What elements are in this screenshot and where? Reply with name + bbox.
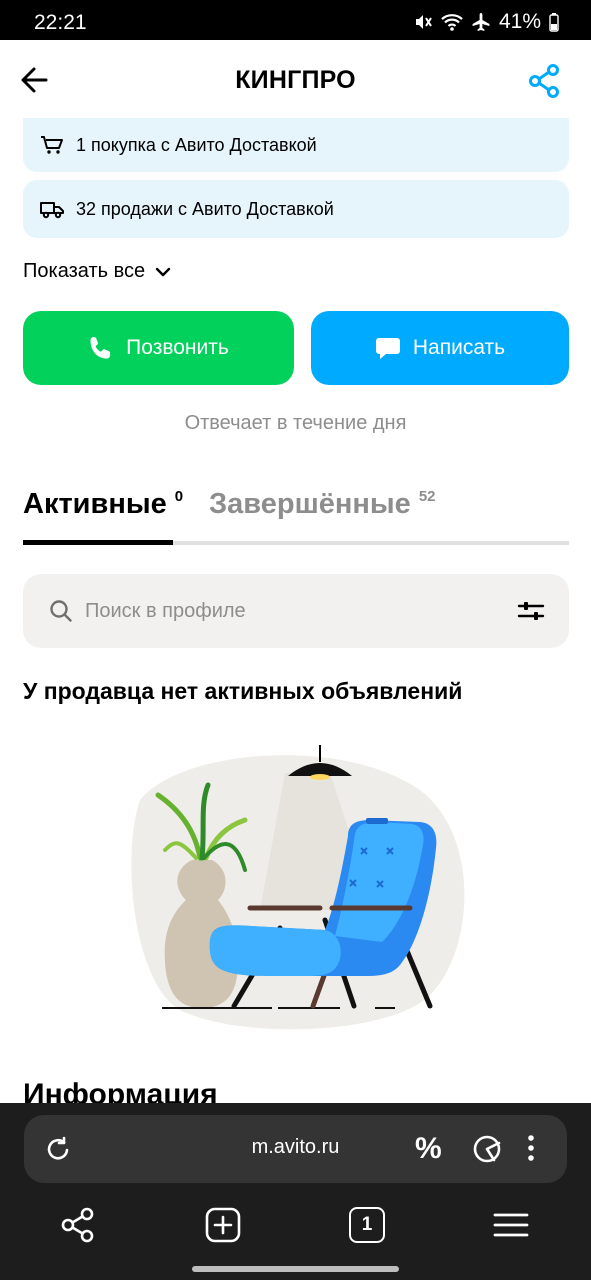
share-button[interactable] <box>529 64 561 98</box>
menu-icon[interactable] <box>493 1207 529 1243</box>
active-tab-indicator <box>23 540 173 545</box>
discount-icon[interactable]: % <box>415 1132 442 1166</box>
response-time-text: Отвечает в течение дня <box>184 412 407 434</box>
status-icons: 41% <box>413 10 559 34</box>
show-all-label: Показать все <box>23 260 146 282</box>
cart-icon <box>41 136 63 154</box>
browser-toolbar: m.avito.ru % 1 <box>0 1103 591 1280</box>
tab-completed-count: 52 <box>418 488 436 505</box>
address-bar[interactable]: m.avito.ru % <box>24 1115 567 1183</box>
more-vertical-icon[interactable] <box>526 1133 536 1163</box>
tab-active-label: Активные <box>23 488 167 520</box>
home-indicator[interactable] <box>192 1266 399 1272</box>
share-icon <box>529 64 559 98</box>
message-button[interactable]: Написать <box>311 311 569 385</box>
call-button[interactable]: Позвонить <box>23 311 294 385</box>
card-text: 32 продажи с Авито Доставкой <box>76 198 334 219</box>
tab-count: 1 <box>361 1214 373 1235</box>
mute-icon <box>415 15 432 29</box>
new-tab-icon[interactable] <box>205 1207 241 1243</box>
airplane-icon <box>472 13 490 31</box>
tab-completed[interactable]: Завершённые 52 <box>209 488 436 521</box>
wifi-icon <box>441 14 463 31</box>
empty-state-title: У продавца нет активных объявлений <box>23 678 463 704</box>
message-label: Написать <box>412 336 506 359</box>
call-label: Позвонить <box>126 336 229 359</box>
tab-completed-label: Завершённые <box>209 488 411 520</box>
card-text: 1 покупка с Авито Доставкой <box>76 134 317 155</box>
phone-icon <box>90 337 111 359</box>
tab-active[interactable]: Активные 0 <box>23 488 183 521</box>
page-title: КИНГПРО <box>235 66 356 94</box>
filter-icon[interactable] <box>517 599 545 623</box>
share-icon[interactable] <box>61 1207 95 1243</box>
profile-header: КИНГПРО <box>0 40 591 122</box>
battery-percent: 41% <box>498 10 541 33</box>
battery-icon <box>549 13 559 32</box>
tabs-counter-button[interactable]: 1 <box>349 1207 385 1243</box>
browser-nav-row: 1 <box>0 1203 591 1247</box>
ad-blocker-icon[interactable] <box>472 1134 504 1164</box>
show-all-link[interactable]: Показать все <box>23 260 171 283</box>
chat-bubble-icon <box>375 338 400 359</box>
delivery-purchases-card: 1 покупка с Авито Доставкой <box>23 118 569 172</box>
search-input[interactable] <box>85 596 485 626</box>
status-time: 22:21 <box>34 11 87 34</box>
armchair-illustration <box>131 745 465 1030</box>
tab-active-count: 0 <box>174 488 184 505</box>
truck-icon <box>40 202 64 219</box>
chevron-down-icon <box>155 267 171 276</box>
status-bar: 22:21 41% <box>0 0 591 40</box>
delivery-sales-card: 32 продажи с Авито Доставкой <box>23 180 569 238</box>
search-icon <box>50 600 72 622</box>
profile-search-bar <box>23 574 569 648</box>
